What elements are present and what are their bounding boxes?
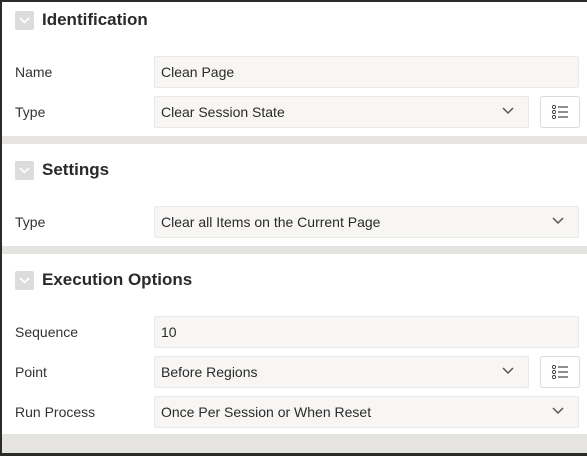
type-row: Type Clear Session State xyxy=(2,96,587,128)
type-select[interactable]: Clear Session State xyxy=(154,96,529,128)
sequence-row: Sequence 10 xyxy=(2,316,587,348)
point-select[interactable]: Before Regions xyxy=(154,356,529,388)
point-row: Point Before Regions xyxy=(2,356,587,388)
chevron-down-icon xyxy=(502,367,514,375)
type-select-value: Clear Session State xyxy=(161,104,285,120)
point-select-value: Before Regions xyxy=(161,364,258,380)
settings-type-row: Type Clear all Items on the Current Page xyxy=(2,206,587,238)
settings-type-select[interactable]: Clear all Items on the Current Page xyxy=(154,206,579,238)
section-divider xyxy=(2,246,587,254)
list-icon xyxy=(551,104,568,120)
type-list-button[interactable] xyxy=(540,96,580,128)
execution-header[interactable]: Execution Options xyxy=(2,262,587,298)
identification-section: Identification Name Clean Page Type Clea… xyxy=(2,2,587,136)
property-editor: Identification Name Clean Page Type Clea… xyxy=(1,1,587,454)
settings-section: Settings Type Clear all Items on the Cur… xyxy=(2,144,587,246)
sequence-input[interactable]: 10 xyxy=(154,316,579,348)
settings-type-value: Clear all Items on the Current Page xyxy=(161,214,381,230)
type-label: Type xyxy=(15,104,46,120)
execution-section: Execution Options Sequence 10 Point Befo… xyxy=(2,254,587,434)
run-process-label: Run Process xyxy=(15,404,96,420)
run-process-row: Run Process Once Per Session or When Res… xyxy=(2,396,587,428)
section-divider xyxy=(2,136,587,144)
run-process-value: Once Per Session or When Reset xyxy=(161,404,372,420)
sequence-label: Sequence xyxy=(15,324,79,340)
settings-type-label: Type xyxy=(15,214,46,230)
section-divider xyxy=(2,434,587,453)
section-title: Execution Options xyxy=(42,270,193,289)
run-process-select[interactable]: Once Per Session or When Reset xyxy=(154,396,579,428)
point-list-button[interactable] xyxy=(540,356,580,388)
chevron-down-icon xyxy=(552,217,564,225)
section-title: Identification xyxy=(42,10,148,29)
chevron-down-icon xyxy=(502,107,514,115)
settings-header[interactable]: Settings xyxy=(2,152,587,188)
chevron-down-icon xyxy=(552,407,564,415)
list-icon xyxy=(551,364,568,380)
point-label: Point xyxy=(15,364,47,380)
chevron-down-icon[interactable] xyxy=(15,10,34,30)
section-title: Settings xyxy=(42,160,110,179)
name-row: Name Clean Page xyxy=(2,56,587,88)
name-input[interactable]: Clean Page xyxy=(154,56,579,88)
identification-header[interactable]: Identification xyxy=(2,2,587,38)
chevron-down-icon[interactable] xyxy=(15,160,34,180)
name-label: Name xyxy=(15,64,53,80)
chevron-down-icon[interactable] xyxy=(15,270,34,290)
